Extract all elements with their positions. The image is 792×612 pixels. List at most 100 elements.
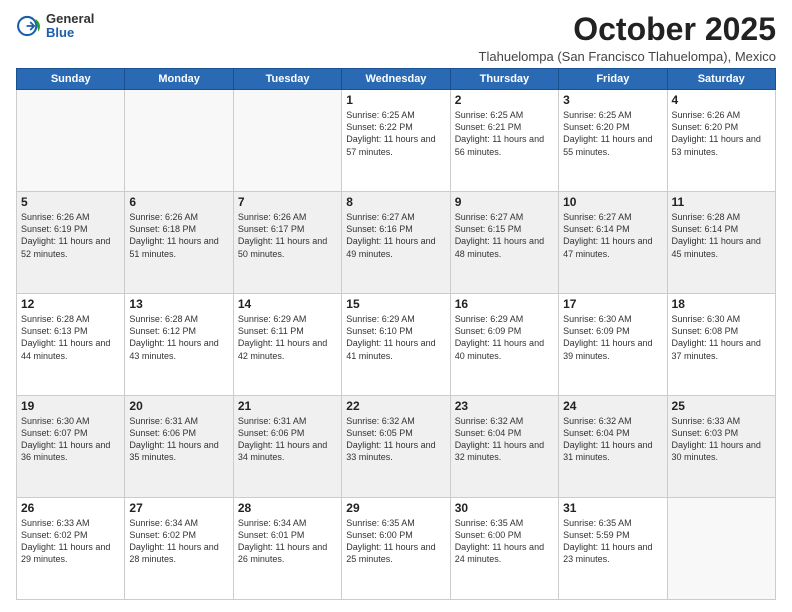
day-number: 1	[346, 93, 445, 107]
table-row: 12Sunrise: 6:28 AMSunset: 6:13 PMDayligh…	[17, 294, 125, 396]
day-number: 8	[346, 195, 445, 209]
day-info: Sunrise: 6:27 AMSunset: 6:16 PMDaylight:…	[346, 211, 445, 260]
table-row	[125, 90, 233, 192]
day-number: 27	[129, 501, 228, 515]
day-number: 19	[21, 399, 120, 413]
day-info: Sunrise: 6:35 AMSunset: 5:59 PMDaylight:…	[563, 517, 662, 566]
day-number: 14	[238, 297, 337, 311]
day-number: 30	[455, 501, 554, 515]
day-number: 28	[238, 501, 337, 515]
table-row: 24 Sunrise: 6:32 AMSunset: 6:04 PMDayligh…	[559, 396, 667, 498]
page: General Blue October 2025 Tlahuelompa (S…	[0, 0, 792, 612]
logo: General Blue	[16, 12, 94, 41]
header: General Blue October 2025 Tlahuelompa (S…	[16, 12, 776, 64]
header-tuesday: Tuesday	[233, 69, 341, 90]
day-number: 7	[238, 195, 337, 209]
calendar-week-row: 5 Sunrise: 6:26 AMSunset: 6:19 PMDaylight…	[17, 192, 776, 294]
table-row: 16Sunrise: 6:29 AMSunset: 6:09 PMDayligh…	[450, 294, 558, 396]
table-row: 31 Sunrise: 6:35 AMSunset: 5:59 PMDayligh…	[559, 498, 667, 600]
day-info: Sunrise: 6:32 AMSunset: 6:05 PMDaylight:…	[346, 415, 445, 464]
day-info: Sunrise: 6:26 AMSunset: 6:19 PMDaylight:…	[21, 211, 120, 260]
day-info: Sunrise: 6:26 AMSunset: 6:17 PMDaylight:…	[238, 211, 337, 260]
day-info: Sunrise: 6:26 AMSunset: 6:20 PMDaylight:…	[672, 109, 771, 158]
day-number: 21	[238, 399, 337, 413]
table-row: 10 Sunrise: 6:27 AMSunset: 6:14 PMDayligh…	[559, 192, 667, 294]
day-info: Sunrise: 6:25 AMSunset: 6:22 PMDaylight:…	[346, 109, 445, 158]
calendar-week-row: 19 Sunrise: 6:30 AMSunset: 6:07 PMDayligh…	[17, 396, 776, 498]
table-row: 9Sunrise: 6:27 AMSunset: 6:15 PMDaylight…	[450, 192, 558, 294]
day-info: Sunrise: 6:32 AMSunset: 6:04 PMDaylight:…	[455, 415, 554, 464]
day-number: 15	[346, 297, 445, 311]
calendar-week-row: 26 Sunrise: 6:33 AMSunset: 6:02 PMDayligh…	[17, 498, 776, 600]
header-sunday: Sunday	[17, 69, 125, 90]
day-number: 4	[672, 93, 771, 107]
table-row	[233, 90, 341, 192]
table-row: 14 Sunrise: 6:29 AMSunset: 6:11 PMDayligh…	[233, 294, 341, 396]
table-row: 22Sunrise: 6:32 AMSunset: 6:05 PMDayligh…	[342, 396, 450, 498]
table-row: 21 Sunrise: 6:31 AMSunset: 6:06 PMDayligh…	[233, 396, 341, 498]
table-row: 25Sunrise: 6:33 AMSunset: 6:03 PMDayligh…	[667, 396, 775, 498]
day-info: Sunrise: 6:29 AMSunset: 6:10 PMDaylight:…	[346, 313, 445, 362]
table-row: 4 Sunrise: 6:26 AMSunset: 6:20 PMDaylight…	[667, 90, 775, 192]
day-number: 2	[455, 93, 554, 107]
weekday-header-row: Sunday Monday Tuesday Wednesday Thursday…	[17, 69, 776, 90]
day-number: 31	[563, 501, 662, 515]
table-row: 1 Sunrise: 6:25 AMSunset: 6:22 PMDaylight…	[342, 90, 450, 192]
day-info: Sunrise: 6:35 AMSunset: 6:00 PMDaylight:…	[455, 517, 554, 566]
calendar-table: Sunday Monday Tuesday Wednesday Thursday…	[16, 68, 776, 600]
day-number: 11	[672, 195, 771, 209]
day-info: Sunrise: 6:25 AMSunset: 6:21 PMDaylight:…	[455, 109, 554, 158]
day-info: Sunrise: 6:29 AMSunset: 6:11 PMDaylight:…	[238, 313, 337, 362]
header-monday: Monday	[125, 69, 233, 90]
table-row: 20Sunrise: 6:31 AMSunset: 6:06 PMDayligh…	[125, 396, 233, 498]
logo-blue-text: Blue	[46, 26, 94, 40]
table-row: 29 Sunrise: 6:35 AMSunset: 6:00 PMDayligh…	[342, 498, 450, 600]
day-info: Sunrise: 6:25 AMSunset: 6:20 PMDaylight:…	[563, 109, 662, 158]
day-number: 29	[346, 501, 445, 515]
calendar-week-row: 12Sunrise: 6:28 AMSunset: 6:13 PMDayligh…	[17, 294, 776, 396]
table-row: 17Sunrise: 6:30 AMSunset: 6:09 PMDayligh…	[559, 294, 667, 396]
day-number: 24	[563, 399, 662, 413]
day-info: Sunrise: 6:27 AMSunset: 6:14 PMDaylight:…	[563, 211, 662, 260]
day-info: Sunrise: 6:28 AMSunset: 6:13 PMDaylight:…	[21, 313, 120, 362]
table-row: 3Sunrise: 6:25 AMSunset: 6:20 PMDaylight…	[559, 90, 667, 192]
logo-general-text: General	[46, 12, 94, 26]
day-info: Sunrise: 6:30 AMSunset: 6:07 PMDaylight:…	[21, 415, 120, 464]
table-row: 15 Sunrise: 6:29 AMSunset: 6:10 PMDayligh…	[342, 294, 450, 396]
month-title: October 2025	[479, 12, 776, 47]
table-row: 18Sunrise: 6:30 AMSunset: 6:08 PMDayligh…	[667, 294, 775, 396]
header-friday: Friday	[559, 69, 667, 90]
day-info: Sunrise: 6:34 AMSunset: 6:02 PMDaylight:…	[129, 517, 228, 566]
calendar-week-row: 1 Sunrise: 6:25 AMSunset: 6:22 PMDaylight…	[17, 90, 776, 192]
table-row: 7 Sunrise: 6:26 AMSunset: 6:17 PMDaylight…	[233, 192, 341, 294]
logo-text: General Blue	[46, 12, 94, 41]
day-info: Sunrise: 6:33 AMSunset: 6:03 PMDaylight:…	[672, 415, 771, 464]
day-number: 10	[563, 195, 662, 209]
day-info: Sunrise: 6:35 AMSunset: 6:00 PMDaylight:…	[346, 517, 445, 566]
header-thursday: Thursday	[450, 69, 558, 90]
day-info: Sunrise: 6:26 AMSunset: 6:18 PMDaylight:…	[129, 211, 228, 260]
day-number: 16	[455, 297, 554, 311]
table-row: 13 Sunrise: 6:28 AMSunset: 6:12 PMDayligh…	[125, 294, 233, 396]
day-number: 26	[21, 501, 120, 515]
day-number: 18	[672, 297, 771, 311]
table-row	[17, 90, 125, 192]
day-number: 6	[129, 195, 228, 209]
table-row: 26 Sunrise: 6:33 AMSunset: 6:02 PMDayligh…	[17, 498, 125, 600]
subtitle: Tlahuelompa (San Francisco Tlahuelompa),…	[479, 49, 776, 64]
table-row: 5 Sunrise: 6:26 AMSunset: 6:19 PMDaylight…	[17, 192, 125, 294]
table-row: 19 Sunrise: 6:30 AMSunset: 6:07 PMDayligh…	[17, 396, 125, 498]
day-info: Sunrise: 6:28 AMSunset: 6:14 PMDaylight:…	[672, 211, 771, 260]
day-info: Sunrise: 6:32 AMSunset: 6:04 PMDaylight:…	[563, 415, 662, 464]
day-info: Sunrise: 6:27 AMSunset: 6:15 PMDaylight:…	[455, 211, 554, 260]
day-info: Sunrise: 6:28 AMSunset: 6:12 PMDaylight:…	[129, 313, 228, 362]
day-number: 13	[129, 297, 228, 311]
day-number: 5	[21, 195, 120, 209]
day-info: Sunrise: 6:33 AMSunset: 6:02 PMDaylight:…	[21, 517, 120, 566]
table-row: 30 Sunrise: 6:35 AMSunset: 6:00 PMDayligh…	[450, 498, 558, 600]
day-info: Sunrise: 6:31 AMSunset: 6:06 PMDaylight:…	[238, 415, 337, 464]
table-row: 8 Sunrise: 6:27 AMSunset: 6:16 PMDaylight…	[342, 192, 450, 294]
day-info: Sunrise: 6:30 AMSunset: 6:09 PMDaylight:…	[563, 313, 662, 362]
logo-icon	[16, 12, 44, 40]
table-row: 23Sunrise: 6:32 AMSunset: 6:04 PMDayligh…	[450, 396, 558, 498]
